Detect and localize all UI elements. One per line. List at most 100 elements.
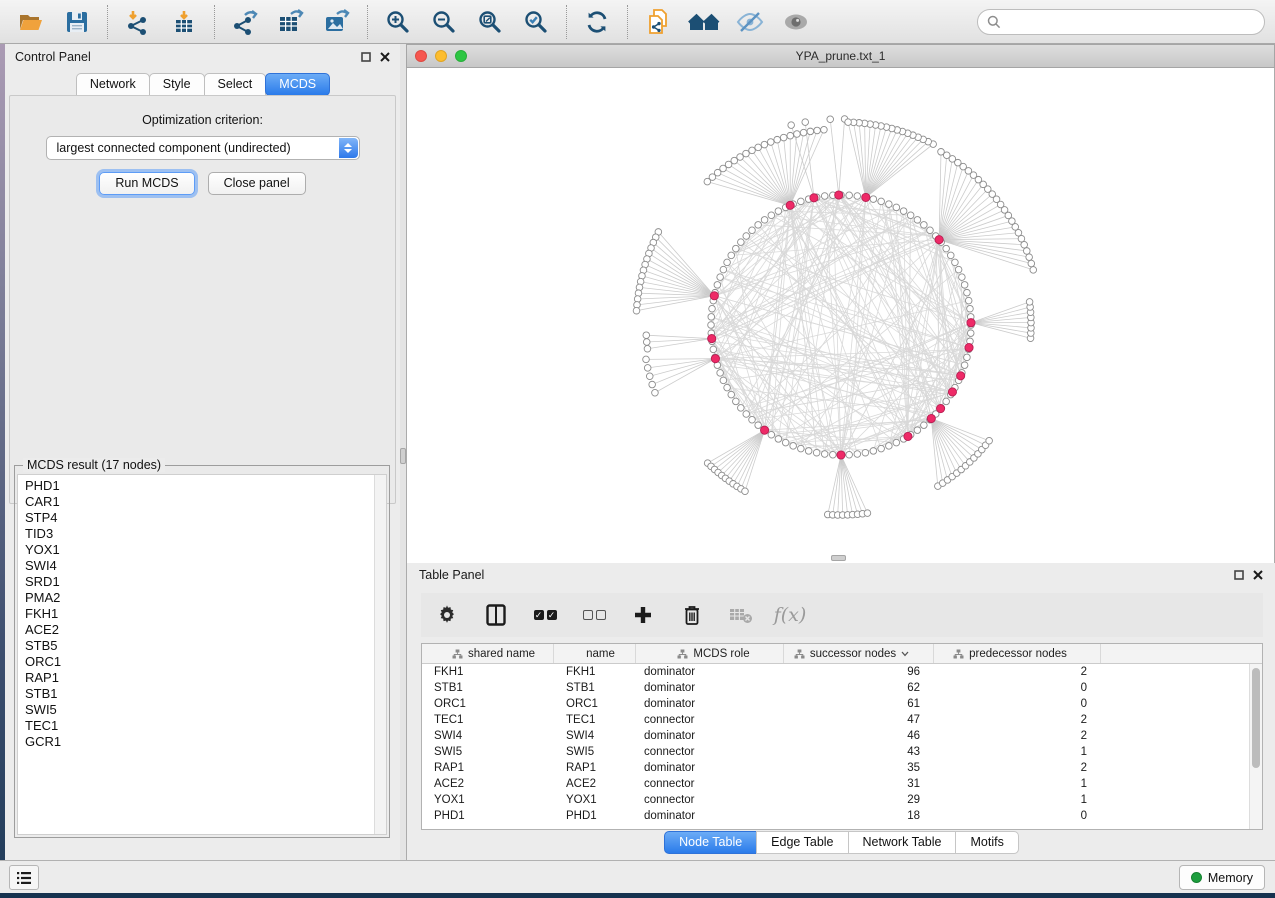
list-item[interactable]: YOX1: [25, 542, 386, 558]
graph-node[interactable]: [927, 227, 934, 234]
graph-node[interactable]: [964, 354, 971, 361]
zoom-in-button[interactable]: [377, 4, 419, 40]
graph-leaf-node[interactable]: [749, 147, 756, 154]
tab-network-table[interactable]: Network Table: [848, 831, 957, 854]
tab-select[interactable]: Select: [204, 73, 267, 96]
list-item[interactable]: SWI4: [25, 558, 386, 574]
tab-edge-table[interactable]: Edge Table: [756, 831, 848, 854]
tab-motifs[interactable]: Motifs: [955, 831, 1018, 854]
hide-selected-button[interactable]: [729, 4, 771, 40]
export-network-button[interactable]: [224, 4, 266, 40]
graph-leaf-node[interactable]: [986, 437, 993, 444]
graph-node[interactable]: [821, 451, 828, 458]
graph-hub-node[interactable]: [760, 426, 768, 434]
graph-leaf-node[interactable]: [643, 332, 650, 339]
graph-hub-node[interactable]: [810, 194, 818, 202]
select-all-button[interactable]: ✓✓: [533, 603, 557, 627]
graph-leaf-node[interactable]: [794, 131, 801, 138]
table-row[interactable]: YOX1YOX1connector291: [422, 792, 1262, 808]
graph-node[interactable]: [709, 305, 716, 312]
graph-node[interactable]: [846, 192, 853, 199]
graph-leaf-node[interactable]: [755, 144, 762, 151]
graph-leaf-node[interactable]: [704, 178, 711, 185]
graph-node[interactable]: [967, 330, 974, 337]
table-row[interactable]: RAP1RAP1dominator352: [422, 760, 1262, 776]
graph-leaf-node[interactable]: [802, 119, 809, 126]
graph-leaf-node[interactable]: [646, 373, 653, 380]
graph-node[interactable]: [720, 266, 727, 273]
graph-node[interactable]: [964, 289, 971, 296]
add-column-button[interactable]: [631, 603, 655, 627]
graph-node[interactable]: [914, 217, 921, 224]
graph-hub-node[interactable]: [935, 236, 943, 244]
graph-node[interactable]: [854, 193, 861, 200]
zoom-out-button[interactable]: [423, 4, 465, 40]
graph-node[interactable]: [710, 346, 717, 353]
graph-node[interactable]: [893, 204, 900, 211]
graph-hub-node[interactable]: [957, 372, 965, 380]
graph-hub-node[interactable]: [936, 404, 944, 412]
network-graph[interactable]: [407, 68, 1274, 561]
graph-node[interactable]: [959, 274, 966, 281]
graph-leaf-node[interactable]: [633, 307, 640, 314]
graph-node[interactable]: [720, 377, 727, 384]
horizontal-splitter-handle[interactable]: [831, 555, 846, 561]
graph-leaf-node[interactable]: [742, 488, 749, 495]
list-item[interactable]: FKH1: [25, 606, 386, 622]
graph-leaf-node[interactable]: [743, 150, 750, 157]
graph-hub-node[interactable]: [904, 432, 912, 440]
table-row[interactable]: ACE2ACE2connector311: [422, 776, 1262, 792]
graph-node[interactable]: [965, 297, 972, 304]
memory-button[interactable]: Memory: [1179, 865, 1265, 890]
graph-node[interactable]: [886, 201, 893, 208]
graph-node[interactable]: [708, 314, 715, 321]
export-table-button[interactable]: [270, 4, 312, 40]
graph-node[interactable]: [738, 239, 745, 246]
table-row[interactable]: PHD1PHD1dominator180: [422, 808, 1262, 824]
graph-node[interactable]: [768, 431, 775, 438]
graph-leaf-node[interactable]: [761, 141, 768, 148]
graph-node[interactable]: [921, 422, 928, 429]
import-network-button[interactable]: [117, 4, 159, 40]
graph-hub-node[interactable]: [927, 414, 935, 422]
graph-leaf-node[interactable]: [788, 122, 795, 129]
table-row[interactable]: SWI4SWI4dominator462: [422, 728, 1262, 744]
graph-hub-node[interactable]: [837, 451, 845, 459]
graph-node[interactable]: [943, 245, 950, 252]
graph-node[interactable]: [967, 305, 974, 312]
list-item[interactable]: STB5: [25, 638, 386, 654]
table-scrollbar-thumb[interactable]: [1252, 668, 1260, 768]
open-file-button[interactable]: [10, 4, 52, 40]
tab-node-table[interactable]: Node Table: [664, 831, 757, 854]
tab-style[interactable]: Style: [149, 73, 205, 96]
graph-node[interactable]: [813, 449, 820, 456]
graph-node[interactable]: [955, 266, 962, 273]
graph-node[interactable]: [749, 227, 756, 234]
list-item[interactable]: TEC1: [25, 718, 386, 734]
graph-leaf-node[interactable]: [864, 510, 871, 517]
copy-network-button[interactable]: [637, 4, 679, 40]
graph-node[interactable]: [961, 282, 968, 289]
table-row[interactable]: STB1STB1dominator620: [422, 680, 1262, 696]
close-panel-icon[interactable]: [380, 52, 390, 62]
graph-leaf-node[interactable]: [644, 365, 651, 372]
graph-leaf-node[interactable]: [938, 148, 945, 155]
graph-node[interactable]: [775, 436, 782, 443]
graph-node[interactable]: [878, 198, 885, 205]
graph-node[interactable]: [733, 398, 740, 405]
list-item[interactable]: PMA2: [25, 590, 386, 606]
graph-node[interactable]: [733, 245, 740, 252]
tab-network[interactable]: Network: [76, 73, 150, 96]
refresh-view-button[interactable]: [576, 4, 618, 40]
column-header-shared-name[interactable]: shared name: [422, 644, 554, 663]
graph-node[interactable]: [952, 259, 959, 266]
result-scrollbar[interactable]: [374, 475, 386, 834]
search-input[interactable]: [1007, 15, 1255, 29]
graph-node[interactable]: [846, 451, 853, 458]
table-row[interactable]: SWI5SWI5connector431: [422, 744, 1262, 760]
graph-leaf-node[interactable]: [649, 381, 656, 388]
graph-node[interactable]: [755, 422, 762, 429]
graph-node[interactable]: [961, 362, 968, 369]
graph-node[interactable]: [907, 212, 914, 219]
deselect-all-button[interactable]: [582, 603, 606, 627]
